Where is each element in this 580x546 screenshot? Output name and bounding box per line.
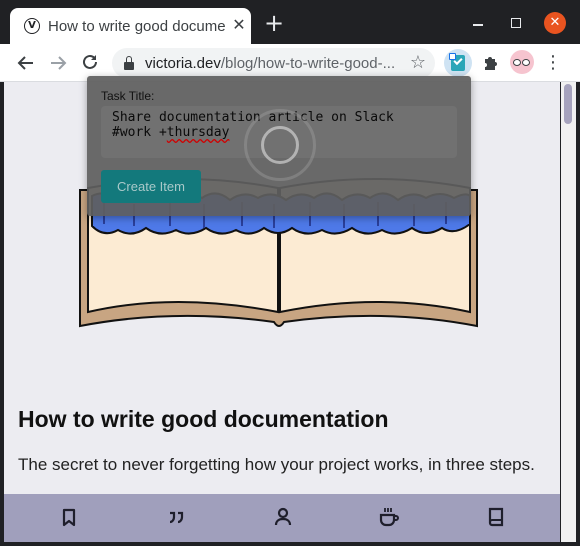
- book-icon[interactable]: [483, 504, 509, 530]
- back-button[interactable]: [13, 50, 39, 76]
- task-title-misspelled-word: thursday: [166, 125, 230, 140]
- bottom-nav-bar: [4, 494, 560, 542]
- person-icon[interactable]: [270, 504, 296, 530]
- url-path: /blog/how-to-write-good-...: [220, 55, 396, 72]
- quote-icon[interactable]: [163, 504, 189, 530]
- scrollbar-thumb[interactable]: [564, 84, 572, 124]
- task-extension-icon[interactable]: [444, 49, 472, 77]
- bookmark-star-icon[interactable]: ☆: [408, 51, 428, 75]
- url-host: victoria.dev: [145, 55, 221, 72]
- forward-arrow-icon: [51, 56, 67, 70]
- bookmark-icon[interactable]: [56, 504, 82, 530]
- maximize-icon: [511, 18, 521, 28]
- back-arrow-icon: [17, 56, 33, 70]
- new-tab-button[interactable]: +: [263, 11, 285, 35]
- forward-button[interactable]: [45, 50, 71, 76]
- lock-icon[interactable]: [124, 56, 134, 70]
- url-text[interactable]: victoria.dev/blog/how-to-write-good-...: [145, 54, 405, 74]
- maximize-button[interactable]: [504, 12, 528, 34]
- close-tab-icon[interactable]: ✕: [230, 16, 248, 34]
- reload-icon: [83, 54, 97, 69]
- close-window-button[interactable]: ✕: [544, 12, 566, 34]
- tab-strip: V How to write good documentation ✕ + ✕: [0, 0, 580, 44]
- browser-tab[interactable]: V How to write good documentation ✕: [10, 8, 251, 44]
- address-bar[interactable]: victoria.dev/blog/how-to-write-good-... …: [112, 48, 435, 78]
- minimize-icon: [473, 24, 483, 26]
- article-subtitle: The secret to never forgetting how your …: [18, 455, 535, 474]
- tab-title: How to write good documentation: [48, 18, 226, 35]
- site-favicon-icon: V: [24, 18, 40, 34]
- extensions-puzzle-icon[interactable]: [479, 50, 503, 76]
- minimize-button[interactable]: [466, 12, 490, 34]
- create-item-button[interactable]: Create Item: [101, 170, 201, 203]
- page-scrollbar[interactable]: [561, 82, 576, 542]
- browser-window: V How to write good documentation ✕ + ✕ …: [0, 0, 580, 546]
- task-popup: Task Title: Share documentation article …: [87, 76, 471, 216]
- browser-menu-icon[interactable]: ⋮: [543, 50, 563, 76]
- article-title: How to write good documentation: [18, 406, 389, 432]
- coffee-icon[interactable]: [376, 504, 402, 530]
- task-title-tags: #work +: [112, 125, 167, 140]
- task-title-label: Task Title:: [101, 89, 155, 103]
- reload-button[interactable]: [77, 50, 103, 76]
- profile-avatar[interactable]: [510, 50, 534, 74]
- loading-spinner-icon: [244, 109, 316, 181]
